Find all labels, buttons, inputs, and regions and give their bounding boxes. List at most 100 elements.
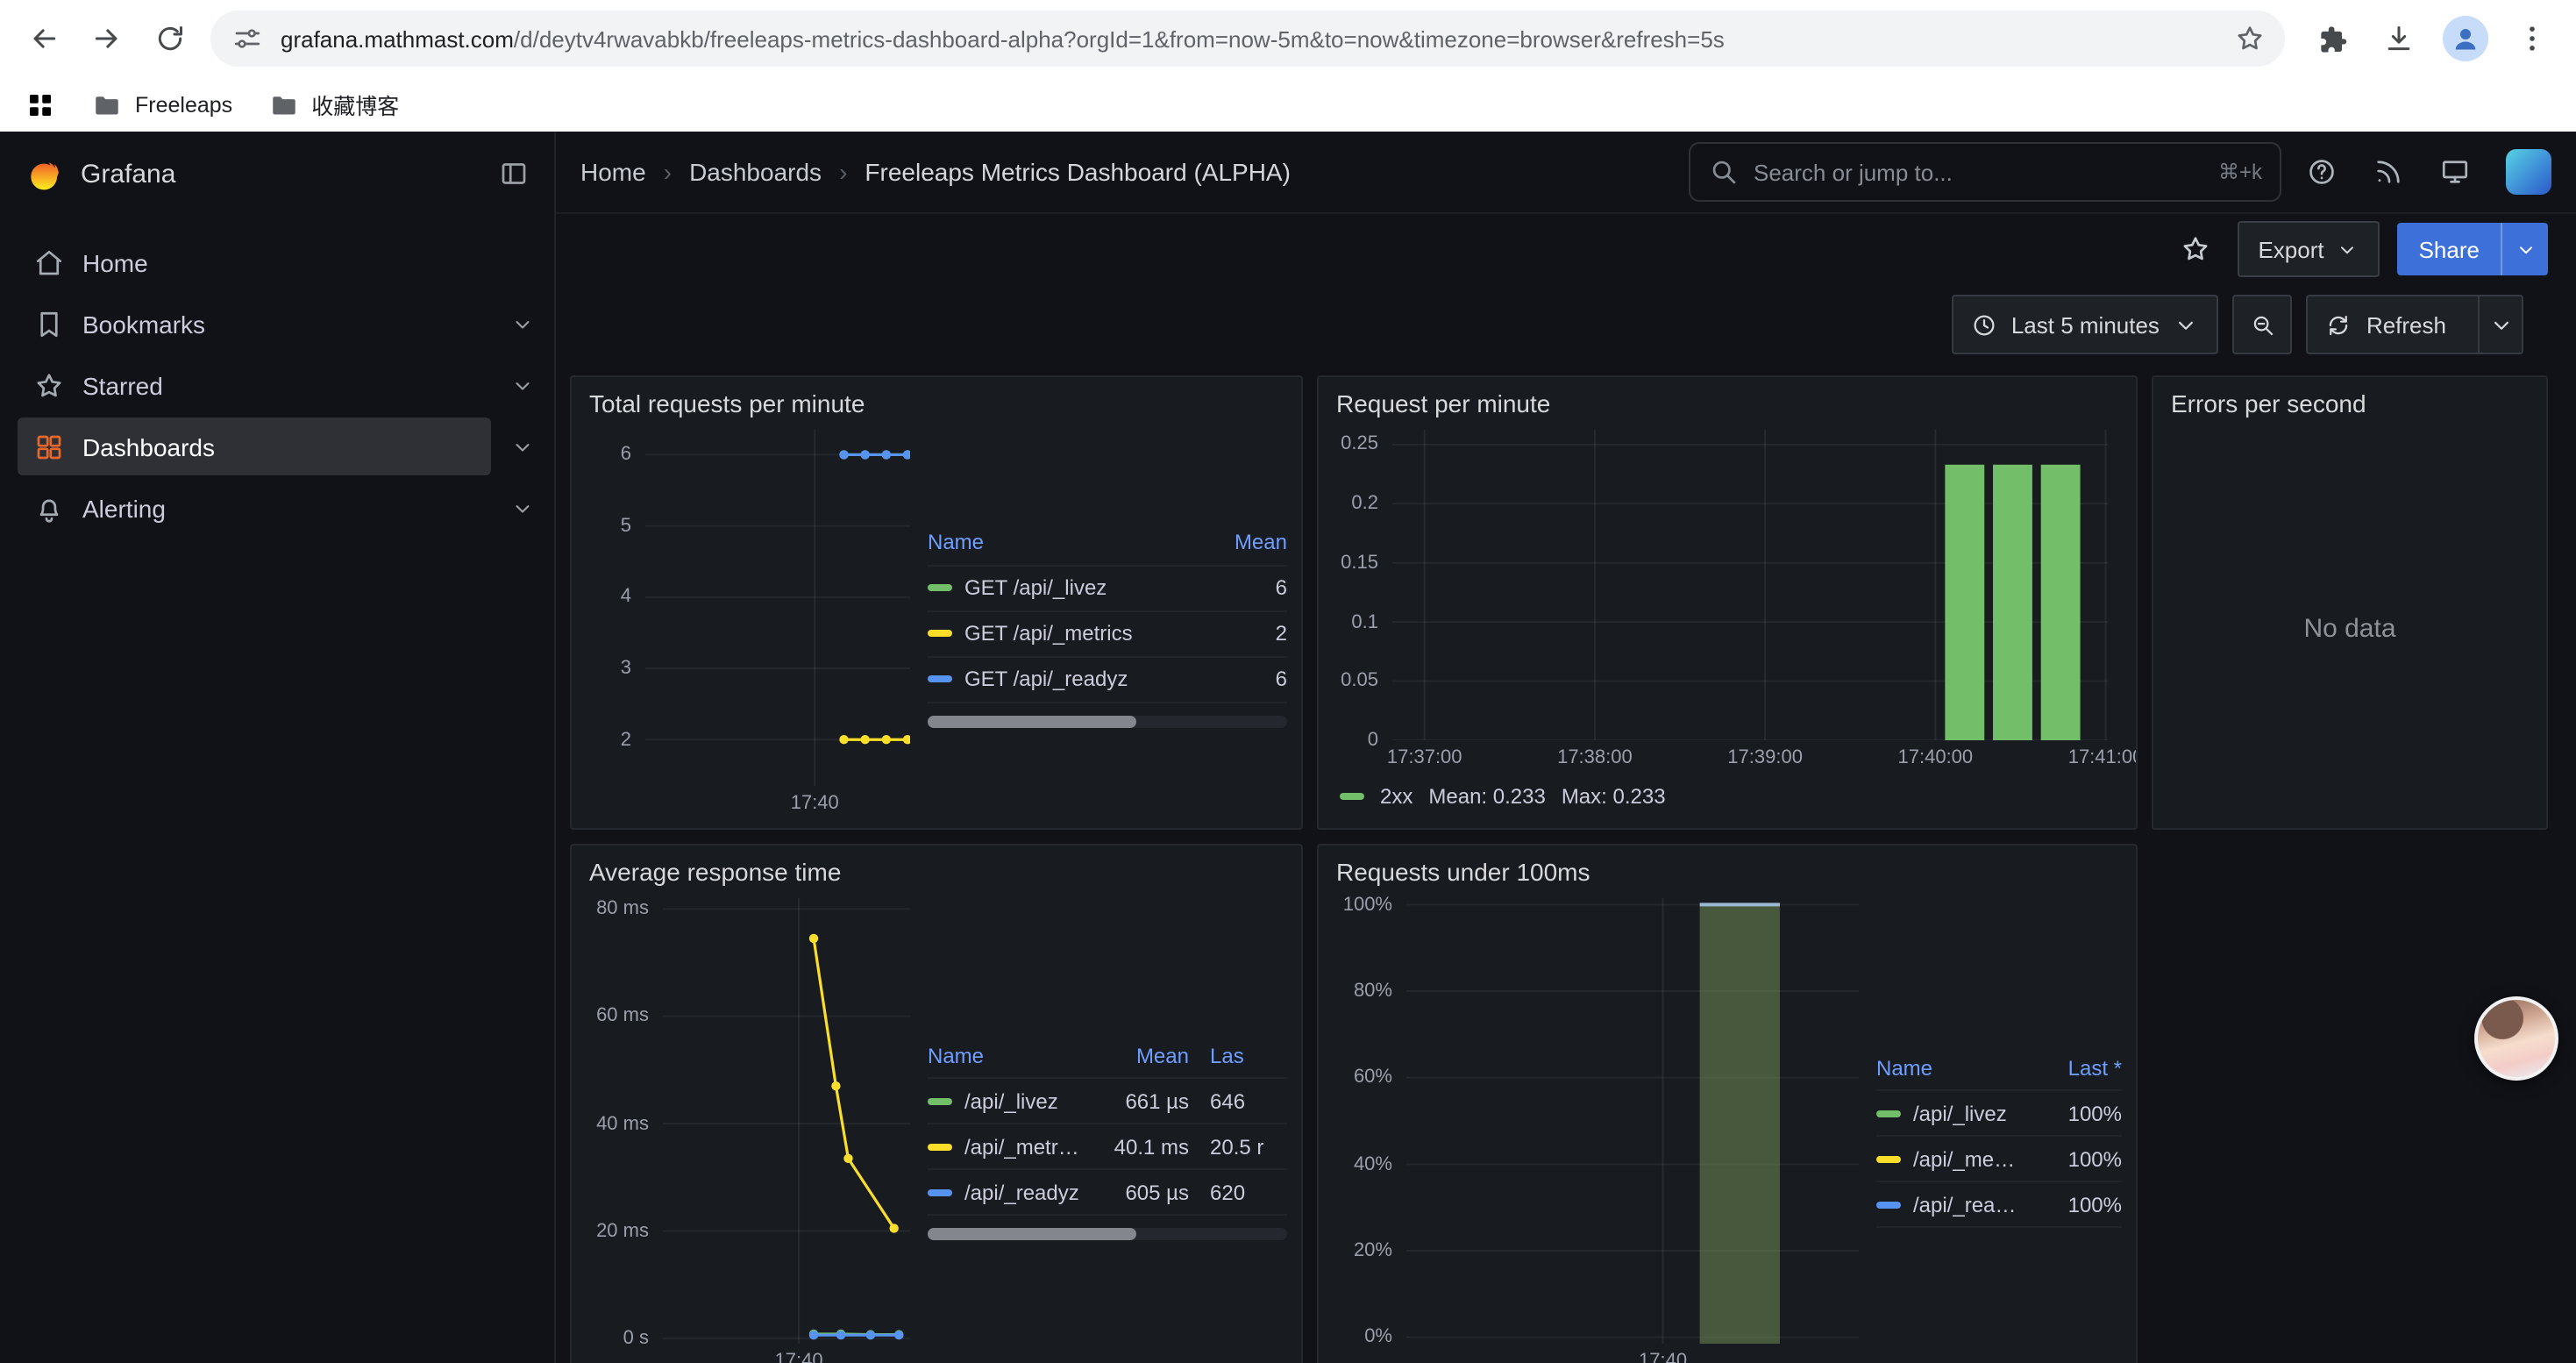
legend-value: 100% <box>2020 1101 2122 1125</box>
scrollbar-thumb[interactable] <box>928 1228 1136 1240</box>
sidebar-item-dashboards[interactable]: Dashboards <box>0 417 554 475</box>
dock-menu-button[interactable] <box>498 158 530 189</box>
chevron-down-icon[interactable] <box>491 434 554 459</box>
series-name[interactable]: GET /api/_readyz <box>964 667 1128 691</box>
legend-value: 6 <box>1189 667 1287 691</box>
browser-menu-button[interactable] <box>2502 9 2562 68</box>
forward-button[interactable] <box>77 9 137 68</box>
panel-title[interactable]: Requests under 100ms <box>1319 846 2136 898</box>
grafana-logo[interactable] <box>25 154 63 193</box>
breadcrumb-item[interactable]: Home <box>580 158 646 186</box>
series-name[interactable]: 2xx <box>1380 784 1413 809</box>
legend-col-header[interactable]: Las <box>1189 1043 1287 1067</box>
series-name[interactable]: /api/_readyz <box>964 1180 1079 1204</box>
legend-scrollbar[interactable] <box>928 715 1287 727</box>
favorite-star-button[interactable] <box>2170 225 2219 274</box>
sidebar-item-alerting[interactable]: Alerting <box>0 479 554 537</box>
chevron-down-icon[interactable] <box>491 311 554 336</box>
x-tick-label: 17:37:00 <box>1387 747 1462 768</box>
legend-col-header[interactable]: Name <box>928 530 1189 554</box>
search-placeholder: Search or jump to... <box>1754 159 1953 185</box>
export-button[interactable]: Export <box>2237 221 2380 277</box>
series-color-swatch <box>1876 1110 1901 1117</box>
series-name[interactable]: GET /api/_metrics <box>964 621 1133 646</box>
bookmark-folder-freeleaps[interactable]: Freeleaps <box>91 89 232 120</box>
profile-avatar <box>2443 16 2488 61</box>
legend-col-header[interactable]: Mean <box>1080 1043 1189 1067</box>
news-button[interactable] <box>2362 146 2415 198</box>
legend-table: NameMeanLas/api/_livez661 µs646/api/_met… <box>928 1033 1287 1216</box>
zoom-out-button[interactable] <box>2233 295 2293 354</box>
legend-value: 100% <box>2020 1146 2122 1171</box>
series-name[interactable]: /api/_metrics <box>964 1134 1080 1159</box>
legend-value: 40.1 ms <box>1080 1134 1189 1159</box>
search-input[interactable]: Search or jump to... ⌘+k <box>1689 142 2281 202</box>
share-button[interactable]: Share <box>2398 223 2501 275</box>
legend-col-header[interactable]: Last * <box>2020 1055 2122 1080</box>
sidebar-item-home[interactable]: Home <box>0 233 554 291</box>
legend-scrollbar[interactable] <box>928 1228 1287 1240</box>
refresh-interval-button[interactable] <box>2478 296 2522 353</box>
folder-icon <box>91 89 123 120</box>
help-button[interactable] <box>2295 146 2348 198</box>
y-tick-label: 40 ms <box>596 1113 649 1134</box>
scrollbar-thumb[interactable] <box>928 715 1136 727</box>
url-text: grafana.mathmast.com/d/deytv4rwavabkb/fr… <box>281 25 2208 52</box>
site-info-icon[interactable] <box>231 23 263 54</box>
chevron-down-icon[interactable] <box>491 496 554 520</box>
back-button[interactable] <box>14 9 74 68</box>
downloads-button[interactable] <box>2369 9 2429 68</box>
user-avatar[interactable] <box>2506 149 2551 195</box>
panel-title[interactable]: Average response time <box>572 846 1301 898</box>
kebab-menu-icon <box>2515 21 2550 56</box>
sidebar-item-bookmarks[interactable]: Bookmarks <box>0 295 554 353</box>
refresh-button[interactable]: Refresh <box>2309 296 2464 353</box>
reload-icon <box>153 21 188 56</box>
legend-row: /api/_metrics100% <box>1876 1137 2122 1182</box>
sidebar-item-starred[interactable]: Starred <box>0 356 554 414</box>
series-name[interactable]: /api/_metrics <box>1913 1146 2020 1171</box>
legend-row: GET /api/_metrics2 <box>928 611 1287 657</box>
panel-title[interactable]: Errors per second <box>2153 377 2546 430</box>
legend-col-header[interactable]: Name <box>928 1043 1080 1067</box>
legend-header-row: NameLast * <box>1876 1045 2122 1091</box>
series-name[interactable]: /api/_livez <box>1913 1101 2007 1125</box>
reload-button[interactable] <box>140 9 200 68</box>
apps-grid-icon[interactable] <box>25 89 56 120</box>
bookmark-folder-blogs[interactable]: 收藏博客 <box>267 88 399 121</box>
y-tick-label: 0.2 <box>1351 493 1378 514</box>
bar-chart: 100%80%60%40%20%0%17:40 <box>1333 898 1859 1363</box>
floating-chat-avatar[interactable] <box>2474 996 2558 1081</box>
grafana-topnav: Home›Dashboards›Freeleaps Metrics Dashbo… <box>556 132 2576 214</box>
breadcrumb-item[interactable]: Dashboards <box>689 158 822 186</box>
forward-icon <box>89 21 125 56</box>
bookmark-star-button[interactable] <box>2225 14 2274 63</box>
series-name[interactable]: GET /api/_livez <box>964 575 1107 600</box>
series-color-swatch <box>928 1188 952 1195</box>
address-bar[interactable]: grafana.mathmast.com/d/deytv4rwavabkb/fr… <box>210 11 2285 67</box>
display-button[interactable] <box>2429 146 2481 198</box>
panel-title[interactable]: Request per minute <box>1319 377 2136 430</box>
series-name[interactable]: /api/_livez <box>964 1088 1058 1113</box>
y-tick-label: 5 <box>621 516 631 537</box>
share-menu-button[interactable] <box>2501 223 2548 275</box>
y-tick-label: 4 <box>621 587 631 608</box>
x-tick-label: 17:41:00 <box>2068 747 2138 768</box>
y-tick-label: 100% <box>1343 894 1392 915</box>
legend-header-row: NameMeanLas <box>928 1033 1287 1079</box>
profile-button[interactable] <box>2436 9 2495 68</box>
sidebar-item-label: Alerting <box>82 494 166 522</box>
grafana-sidebar: Grafana HomeBookmarksStarredDashboardsAl… <box>0 132 556 1363</box>
breadcrumb-item: Freeleaps Metrics Dashboard (ALPHA) <box>865 158 1291 186</box>
chevron-down-icon[interactable] <box>491 373 554 397</box>
panel-title[interactable]: Total requests per minute <box>572 377 1301 430</box>
y-tick-label: 40% <box>1354 1153 1392 1174</box>
legend-col-header[interactable]: Mean <box>1189 530 1287 554</box>
legend-col-header[interactable]: Name <box>1876 1055 2020 1080</box>
series-name[interactable]: /api/_readyz <box>1913 1192 2020 1217</box>
time-range-picker[interactable]: Last 5 minutes <box>1952 295 2219 354</box>
legend-row: GET /api/_readyz 6 <box>928 657 1287 703</box>
y-tick-label: 60 ms <box>596 1006 649 1027</box>
extensions-button[interactable] <box>2302 9 2362 68</box>
bookmarks-bar: Freeleaps 收藏博客 <box>0 77 2576 132</box>
